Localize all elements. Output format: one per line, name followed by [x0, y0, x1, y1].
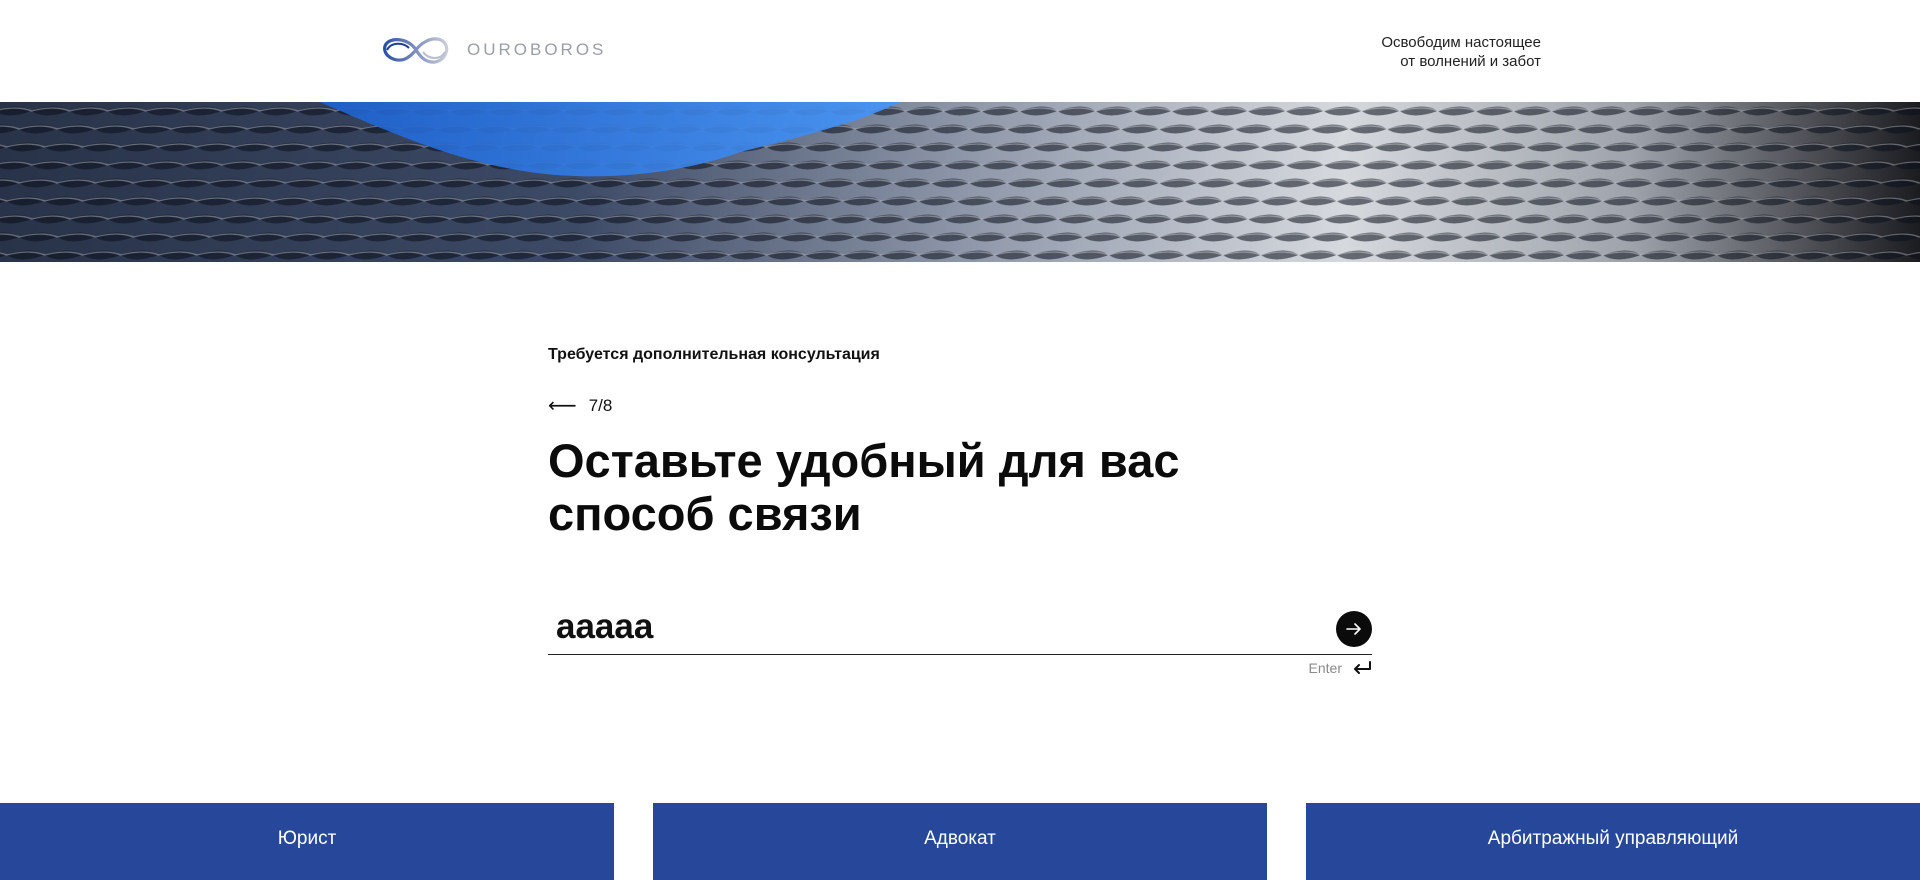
- page-title: Оставьте удобный для вас способ связи: [548, 434, 1308, 540]
- submit-button[interactable]: [1336, 611, 1372, 647]
- section-label: Требуется дополнительная консультация: [548, 346, 880, 363]
- enter-hint: Enter: [1309, 660, 1372, 676]
- contact-method-input[interactable]: [548, 602, 1308, 652]
- right-arrow-icon: [1346, 623, 1361, 635]
- role-button-attorney[interactable]: Адвокат: [653, 803, 1267, 880]
- header-tagline: Освободим настоящее от волнений и забот: [1281, 33, 1541, 71]
- enter-hint-label: Enter: [1308, 660, 1342, 676]
- tagline-line-2: от волнений и забот: [1400, 53, 1541, 70]
- hero-banner-image: [0, 102, 1920, 262]
- title-line-2: способ связи: [548, 487, 862, 540]
- role-button-arbitration-manager[interactable]: Арбитражный управляющий: [1306, 803, 1920, 880]
- return-key-icon: [1354, 661, 1371, 674]
- step-counter: 7/8: [588, 396, 613, 415]
- site-header: OUROBOROS Освободим настоящее от волнени…: [0, 0, 1920, 102]
- tagline-line-1: Освободим настоящее: [1381, 34, 1541, 51]
- infinity-logo-icon: [383, 37, 449, 64]
- left-arrow-icon[interactable]: ⟵: [548, 396, 577, 416]
- title-line-1: Оставьте удобный для вас: [548, 434, 1180, 487]
- step-navigation: ⟵ 7/8: [548, 396, 612, 416]
- logo-text: OUROBOROS: [467, 40, 607, 59]
- role-button-lawyer[interactable]: Юрист: [0, 803, 614, 880]
- site-logo[interactable]: OUROBOROS: [379, 30, 606, 70]
- contact-input-row: [548, 602, 1372, 655]
